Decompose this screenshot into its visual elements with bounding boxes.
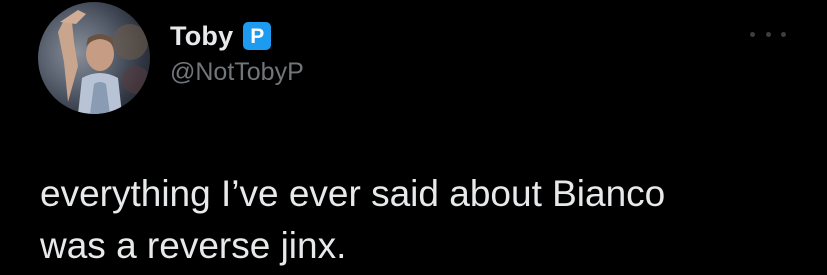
display-name[interactable]: Toby [170, 21, 233, 52]
ellipsis-icon[interactable] [750, 24, 786, 44]
tweet-card[interactable]: Toby P @NotTobyP everything I’ve ever sa… [0, 0, 827, 275]
avatar[interactable] [38, 2, 150, 114]
badge-letter: P [250, 24, 265, 48]
p-badge-icon: P [243, 22, 272, 50]
dot [750, 31, 755, 37]
tweet-text: everything I’ve ever said about Bianco w… [40, 173, 666, 266]
avatar-photo [58, 10, 150, 114]
user-handle[interactable]: @NotTobyP [170, 58, 304, 87]
author-name-row: Toby P [170, 18, 272, 54]
dot [781, 31, 786, 37]
dot [765, 31, 771, 37]
